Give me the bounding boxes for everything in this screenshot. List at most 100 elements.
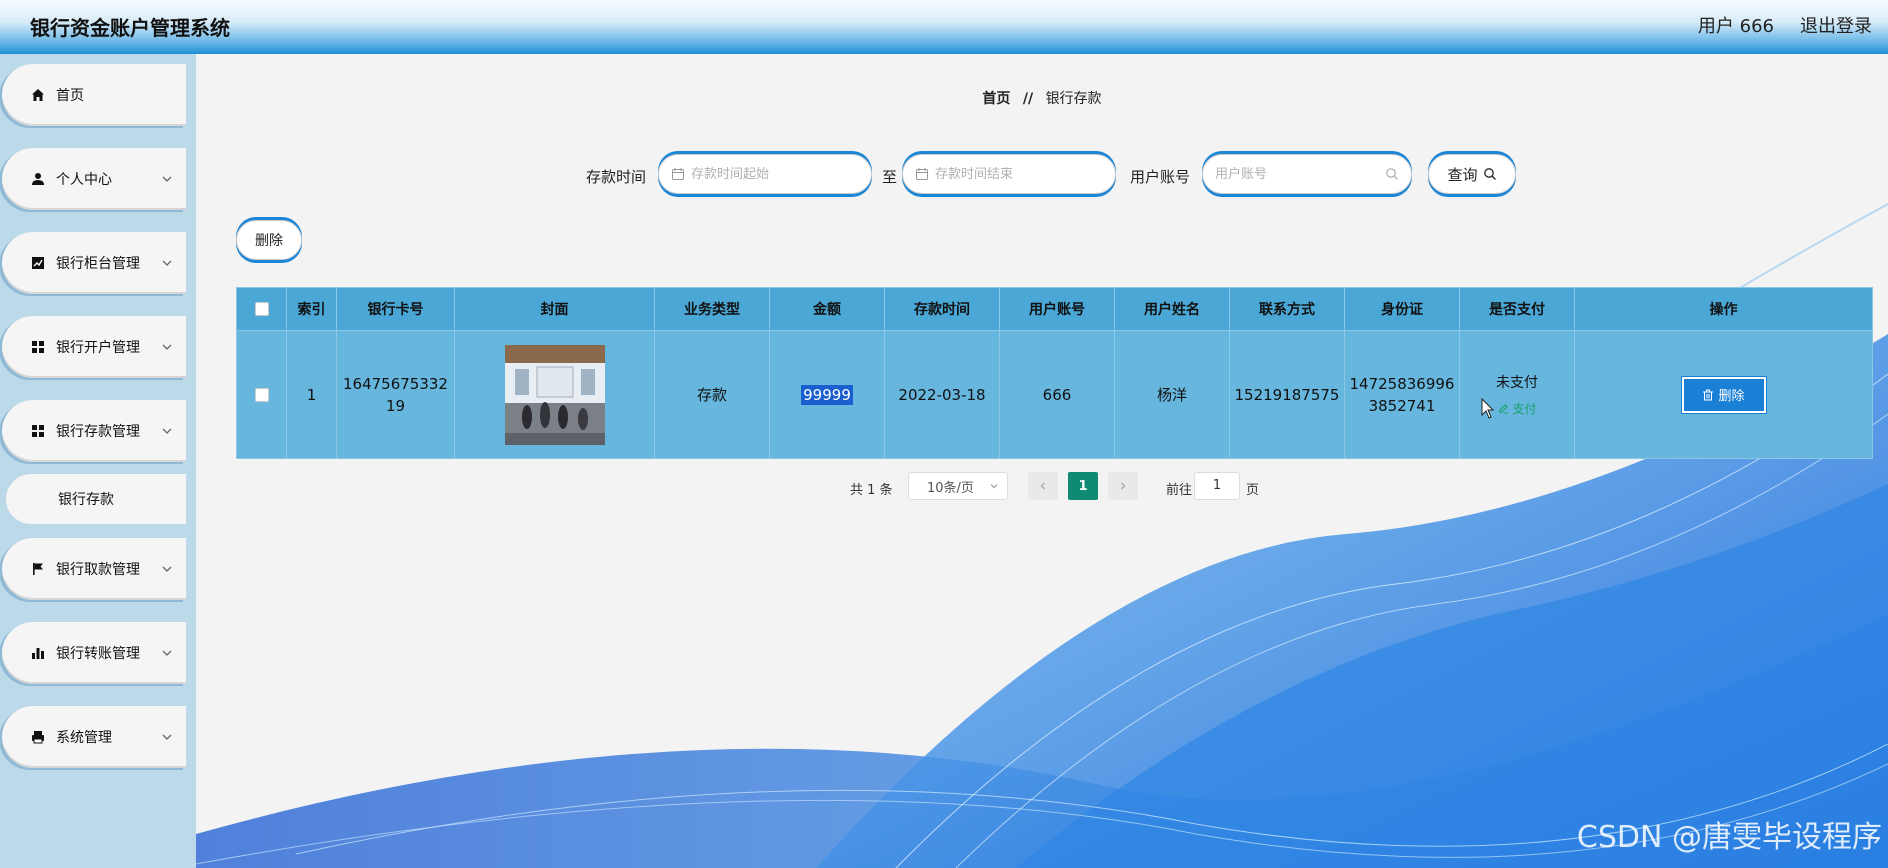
column-header: 联系方式 <box>1229 287 1345 331</box>
batch-delete-label: 删除 <box>255 233 283 249</box>
index-cell: 1 <box>286 330 337 459</box>
breadcrumb-current: 银行存款 <box>1045 91 1102 107</box>
chevron-down-icon <box>162 344 172 350</box>
amount-value: 99999 <box>801 384 853 405</box>
row-select-cell <box>236 330 287 459</box>
goto-label: 前往 <box>1166 483 1193 498</box>
chevron-down-icon <box>162 428 172 434</box>
row-checkbox[interactable] <box>254 388 269 402</box>
trash-icon <box>1703 389 1714 400</box>
chevron-left-icon <box>1040 482 1045 490</box>
account-field[interactable] <box>1202 154 1412 194</box>
cover-cell <box>454 330 655 459</box>
chevron-down-icon <box>162 566 172 572</box>
column-header: 操作 <box>1574 287 1873 331</box>
deposit-time-cell: 2022-03-18 <box>884 330 1000 459</box>
page-size-select[interactable]: 10条/页 <box>908 472 1008 500</box>
column-header: 银行卡号 <box>336 287 455 331</box>
pagination: 共 1 条 10条/页 1 前往 1 页 <box>196 472 1888 502</box>
breadcrumb-separator: // <box>1022 91 1034 107</box>
amount-cell: 99999 <box>769 330 885 459</box>
column-header: 存款时间 <box>884 287 1000 331</box>
phone-cell: 15219187575 <box>1229 330 1345 459</box>
sidebar-item-counter-management[interactable]: 银行柜台管理 <box>2 232 186 294</box>
sidebar-subitem-label: 银行存款 <box>58 492 114 508</box>
search-icon <box>1483 168 1496 180</box>
pay-button[interactable]: 支付 <box>1498 400 1537 417</box>
select-all-checkbox[interactable] <box>254 302 269 316</box>
deposit-time-label: 存款时间 <box>586 168 647 186</box>
cover-image <box>504 344 605 445</box>
paid-status: 未支付 <box>1496 375 1538 391</box>
edit-icon <box>1498 404 1508 414</box>
id-card-cell: 14725836996 3852741 <box>1344 330 1460 459</box>
row-delete-button[interactable]: 删除 <box>1680 375 1767 414</box>
pay-label: 支付 <box>1512 402 1537 416</box>
sidebar-item-label: 银行开户管理 <box>56 340 140 356</box>
column-header: 用户账号 <box>999 287 1115 331</box>
operations-cell: 删除 <box>1574 330 1873 459</box>
next-page-button[interactable] <box>1108 472 1138 500</box>
main-content: 首页 // 银行存款 存款时间 至 用户账号 查询 删除 <box>196 54 1888 868</box>
chevron-down-icon <box>162 260 172 266</box>
sidebar-item-label: 首页 <box>56 88 84 104</box>
chevron-down-icon <box>162 734 172 740</box>
logout-button[interactable]: 退出登录 <box>1800 12 1872 38</box>
deposit-time-start-field[interactable] <box>658 154 872 194</box>
batch-delete-button[interactable]: 删除 <box>236 220 302 260</box>
user-icon <box>30 171 46 187</box>
select-all-cell <box>236 287 287 331</box>
sidebar: 首页 个人中心 银行柜台管理 银行开户管理 银行存款管理 银行存款 银行取款管理… <box>0 54 196 868</box>
home-icon <box>30 87 46 103</box>
sidebar-item-home[interactable]: 首页 <box>2 64 186 126</box>
grid-icon <box>30 423 46 439</box>
account-cell: 666 <box>999 330 1115 459</box>
breadcrumb-home[interactable]: 首页 <box>982 91 1010 107</box>
page-1-button[interactable]: 1 <box>1068 472 1098 500</box>
prev-page-button[interactable] <box>1028 472 1058 500</box>
query-button[interactable]: 查询 <box>1428 154 1516 194</box>
chevron-down-icon <box>162 176 172 182</box>
calendar-icon <box>916 168 928 180</box>
sidebar-item-label: 个人中心 <box>56 172 112 188</box>
chevron-down-icon <box>990 484 998 489</box>
sidebar-item-label: 银行柜台管理 <box>56 256 140 272</box>
column-header: 是否支付 <box>1459 287 1575 331</box>
paid-status-cell: 未支付 支付 <box>1459 330 1575 459</box>
watermark: CSDN @唐雯毕设程序 <box>1576 820 1882 855</box>
sidebar-subitem-bank-deposit[interactable]: 银行存款 <box>6 474 186 524</box>
query-button-label: 查询 <box>1447 165 1478 184</box>
card-number-cell: 16475675332 19 <box>336 330 455 459</box>
sidebar-item-label: 银行转账管理 <box>56 646 140 662</box>
account-input[interactable] <box>1215 166 1385 182</box>
total-count: 共 1 条 <box>850 483 893 498</box>
sidebar-item-personal-center[interactable]: 个人中心 <box>2 148 186 210</box>
page-suffix: 页 <box>1246 483 1260 498</box>
sidebar-item-label: 系统管理 <box>56 730 112 746</box>
goto-page-input[interactable]: 1 <box>1194 472 1240 500</box>
sidebar-item-system-management[interactable]: 系统管理 <box>2 706 186 768</box>
table-header-row: 索引 银行卡号 封面 业务类型 金额 存款时间 用户账号 用户姓名 联系方式 身… <box>236 287 1873 331</box>
sidebar-item-deposit-management[interactable]: 银行存款管理 <box>2 400 186 462</box>
page-size-value: 10条/页 <box>927 480 974 496</box>
calendar-icon <box>672 168 684 180</box>
deposit-time-end-input[interactable] <box>935 166 1103 182</box>
search-icon <box>1386 168 1398 180</box>
column-header: 业务类型 <box>654 287 770 331</box>
flag-icon <box>30 561 46 577</box>
sidebar-item-account-opening-management[interactable]: 银行开户管理 <box>2 316 186 378</box>
sidebar-item-transfer-management[interactable]: 银行转账管理 <box>2 622 186 684</box>
app-title: 银行资金账户管理系统 <box>30 16 230 40</box>
business-type-cell: 存款 <box>654 330 770 459</box>
app-header: 银行资金账户管理系统 用户 666 退出登录 <box>0 0 1888 54</box>
printer-icon <box>30 729 46 745</box>
column-header: 索引 <box>286 287 337 331</box>
sidebar-item-withdrawal-management[interactable]: 银行取款管理 <box>2 538 186 600</box>
column-header: 用户姓名 <box>1114 287 1230 331</box>
grid-icon <box>30 339 46 355</box>
chevron-right-icon <box>1121 482 1126 490</box>
deposit-time-start-input[interactable] <box>691 166 859 182</box>
bar-chart-icon <box>30 645 46 661</box>
deposit-time-end-field[interactable] <box>902 154 1116 194</box>
column-header: 封面 <box>454 287 655 331</box>
